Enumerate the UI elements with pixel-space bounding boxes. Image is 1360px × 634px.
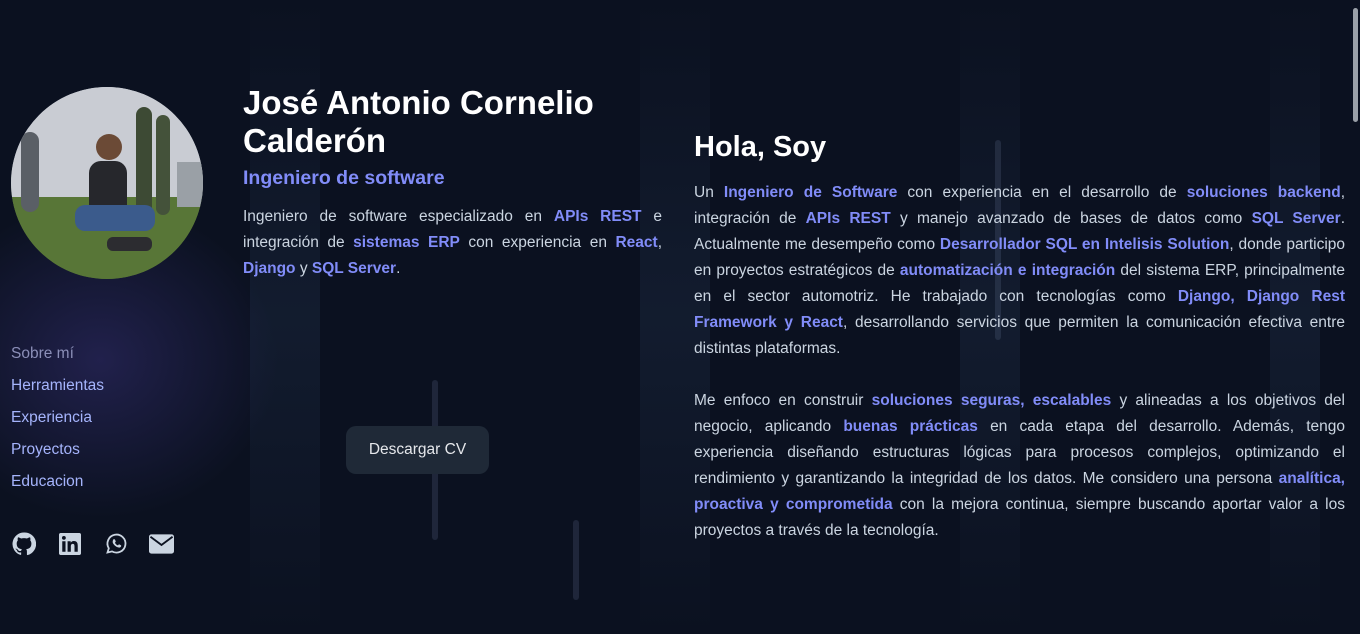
body-text: con experiencia en el desarrollo de bbox=[897, 184, 1187, 201]
body-text: Me enfoco en construir bbox=[694, 392, 872, 409]
email-icon[interactable] bbox=[149, 531, 174, 556]
highlight-text: soluciones backend bbox=[1186, 184, 1341, 201]
github-icon[interactable] bbox=[11, 531, 36, 556]
whatsapp-icon[interactable] bbox=[103, 531, 128, 556]
profile-summary: Ingeniero de software especializado en A… bbox=[243, 204, 662, 282]
body-text: y manejo avanzado de bases de datos como bbox=[890, 210, 1252, 227]
highlight-text: APIs REST bbox=[805, 210, 891, 227]
highlight-text: automatización e integración bbox=[899, 262, 1116, 279]
profile-role: Ingeniero de software bbox=[243, 167, 445, 189]
profile-name: José Antonio Cornelio Calderón bbox=[243, 84, 594, 159]
social-links bbox=[11, 531, 174, 556]
scrollbar-thumb[interactable] bbox=[1353, 8, 1358, 122]
intro-section: José Antonio Cornelio Calderón Ingeniero… bbox=[243, 84, 662, 282]
avatar bbox=[11, 87, 203, 279]
background-tick bbox=[573, 520, 579, 600]
highlight-text: Django bbox=[243, 260, 296, 277]
highlight-text: soluciones seguras, escalables bbox=[871, 392, 1112, 409]
about-section: Hola, Soy Un Ingeniero de Software con e… bbox=[694, 128, 1345, 544]
download-cv-button[interactable]: Descargar CV bbox=[346, 426, 489, 474]
about-paragraph: Un Ingeniero de Software con experiencia… bbox=[694, 180, 1345, 362]
highlight-text: APIs REST bbox=[553, 208, 642, 225]
highlight-text: React bbox=[615, 234, 658, 251]
highlight-text: Ingeniero de Software bbox=[723, 184, 898, 201]
highlight-text: sistemas ERP bbox=[353, 234, 460, 251]
nav-item-proyectos[interactable]: Proyectos bbox=[11, 438, 104, 470]
body-text: y bbox=[295, 260, 312, 277]
body-text: Ingeniero de software especializado en bbox=[243, 208, 554, 225]
linkedin-icon[interactable] bbox=[57, 531, 82, 556]
scrollbar[interactable] bbox=[1350, 0, 1360, 634]
body-text: , bbox=[657, 234, 663, 251]
sidebar-nav: Sobre mí Herramientas Experiencia Proyec… bbox=[11, 342, 104, 502]
nav-item-herramientas[interactable]: Herramientas bbox=[11, 374, 104, 406]
highlight-text: SQL Server bbox=[311, 260, 397, 277]
highlight-text: Desarrollador SQL en Intelisis Solution bbox=[939, 236, 1230, 253]
nav-item-educacion[interactable]: Educacion bbox=[11, 470, 104, 502]
body-text: Un bbox=[694, 184, 724, 201]
body-text: . bbox=[396, 260, 401, 277]
highlight-text: SQL Server bbox=[1251, 210, 1341, 227]
about-heading: Hola, Soy bbox=[694, 131, 827, 163]
body-text: con experiencia en bbox=[459, 234, 616, 251]
nav-item-sobre-mi[interactable]: Sobre mí bbox=[11, 342, 104, 374]
about-paragraph: Me enfoco en construir soluciones segura… bbox=[694, 388, 1345, 544]
nav-item-experiencia[interactable]: Experiencia bbox=[11, 406, 104, 438]
highlight-text: buenas prácticas bbox=[843, 418, 978, 435]
avatar-photo bbox=[11, 87, 203, 279]
